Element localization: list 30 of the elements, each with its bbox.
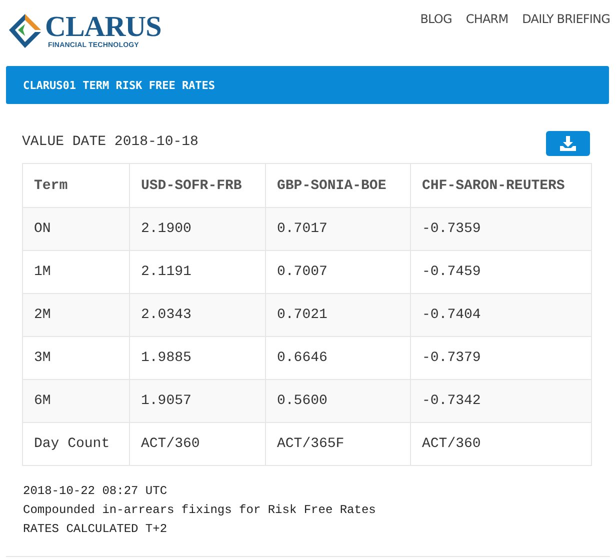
nav-link[interactable]: BLOG <box>420 12 452 26</box>
table-cell: Day Count <box>22 422 130 466</box>
table-cell: 2.1900 <box>130 208 266 250</box>
table-cell: -0.7359 <box>410 208 592 250</box>
note-text: Compounded in-arrears fixings for Risk Free Rates <box>23 502 377 519</box>
logo-wordmark: CLARUS <box>45 13 162 42</box>
column-header: Term <box>22 164 130 208</box>
logo-icon <box>8 13 42 49</box>
page-title: CLARUS01 TERM RISK FREE RATES <box>23 78 216 92</box>
table-cell: 6M <box>22 380 130 422</box>
value-date: VALUE DATE 2018-10-18 <box>22 134 198 150</box>
nav-link[interactable]: DAILY BRIEFING <box>522 12 610 26</box>
table-cell: -0.7404 <box>410 294 592 336</box>
table-cell: 0.7021 <box>266 294 410 336</box>
download-icon <box>560 136 576 151</box>
table-cell: 0.5600 <box>266 380 410 422</box>
table-cell: 2.0343 <box>130 294 266 336</box>
table-cell: ACT/365F <box>266 422 410 466</box>
table-cell: 2M <box>22 294 130 336</box>
table-cell: -0.7342 <box>410 380 592 422</box>
column-header: CHF-SARON-REUTERS <box>410 164 592 208</box>
note-text: RATES CALCULATED T+2 <box>23 521 168 538</box>
table-cell: 0.7017 <box>266 208 410 250</box>
table-cell: 1.9057 <box>130 380 266 422</box>
nav-link[interactable]: CHARM <box>466 12 508 26</box>
download-button[interactable] <box>546 131 590 156</box>
table-cell: ACT/360 <box>410 422 592 466</box>
table-cell: ON <box>22 208 130 250</box>
table-cell: ACT/360 <box>130 422 266 466</box>
note-text: 2018-10-22 08:27 UTC <box>23 483 168 500</box>
